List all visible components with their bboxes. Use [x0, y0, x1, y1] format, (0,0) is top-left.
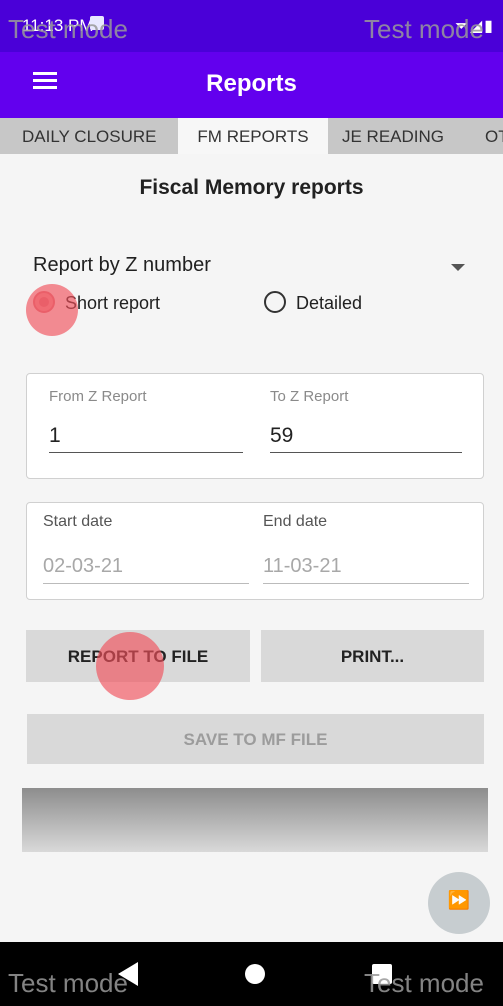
detailed-radio[interactable]: Detailed — [264, 290, 394, 318]
touch-indicator — [96, 632, 164, 700]
watermark-bottom-left: Test mode — [8, 968, 128, 998]
to-z-label: To Z Report — [270, 388, 349, 405]
report-type-value: Report by Z number — [33, 254, 211, 276]
from-z-underline — [49, 452, 243, 453]
z-range-card: From Z Report 1 To Z Report 59 — [26, 373, 484, 479]
touch-indicator — [26, 284, 78, 336]
watermark-bottom-right: Test mode — [364, 968, 484, 998]
report-type-dropdown[interactable]: Report by Z number — [33, 254, 473, 284]
end-date-label: End date — [263, 513, 328, 530]
app-bar-title: Reports — [206, 70, 297, 97]
to-z-underline — [270, 452, 462, 453]
to-z-field[interactable]: To Z Report 59 — [270, 388, 462, 470]
tab-overflow[interactable]: OT — [485, 118, 503, 154]
date-range-card: Start date 02-03-21 End date 11-03-21 — [26, 502, 484, 600]
short-report-label: Short report — [65, 293, 161, 313]
end-date-input[interactable]: 11-03-21 — [263, 555, 342, 578]
end-date-field[interactable]: End date 11-03-21 — [263, 513, 469, 593]
end-date-underline — [263, 583, 469, 584]
home-icon[interactable] — [245, 964, 265, 984]
watermark-top-right: Test mode — [364, 14, 484, 44]
from-z-field[interactable]: From Z Report 1 — [49, 388, 243, 470]
save-to-mf-file-button[interactable]: SAVE TO MF FILE — [27, 714, 484, 764]
fast-forward-icon: ⏩ — [447, 890, 471, 910]
tab-je-reading[interactable]: JE READING — [342, 118, 462, 154]
start-date-field[interactable]: Start date 02-03-21 — [43, 513, 249, 593]
tab-daily-closure[interactable]: DAILY CLOSURE — [0, 118, 170, 154]
detailed-label: Detailed — [296, 293, 363, 313]
start-date-input[interactable]: 02-03-21 — [43, 555, 123, 578]
start-date-label: Start date — [43, 513, 113, 530]
app-bar: Reports — [0, 52, 503, 118]
from-z-input[interactable]: 1 — [49, 424, 61, 448]
radio-unchecked-icon — [264, 291, 286, 313]
watermark-top-left: Test mode — [8, 14, 128, 44]
progress-panel — [22, 788, 488, 852]
page-heading: Fiscal Memory reports — [139, 176, 364, 199]
to-z-input[interactable]: 59 — [270, 424, 293, 448]
fast-forward-button[interactable]: ⏩ — [428, 872, 490, 934]
dropdown-arrow-icon — [451, 264, 465, 271]
start-date-underline — [43, 583, 249, 584]
tab-fm-reports[interactable]: FM REPORTS — [178, 118, 328, 154]
from-z-label: From Z Report — [49, 388, 147, 405]
print-button[interactable]: PRINT... — [261, 630, 484, 682]
tab-bar: DAILY CLOSURE FM REPORTS JE READING OT — [0, 118, 503, 154]
